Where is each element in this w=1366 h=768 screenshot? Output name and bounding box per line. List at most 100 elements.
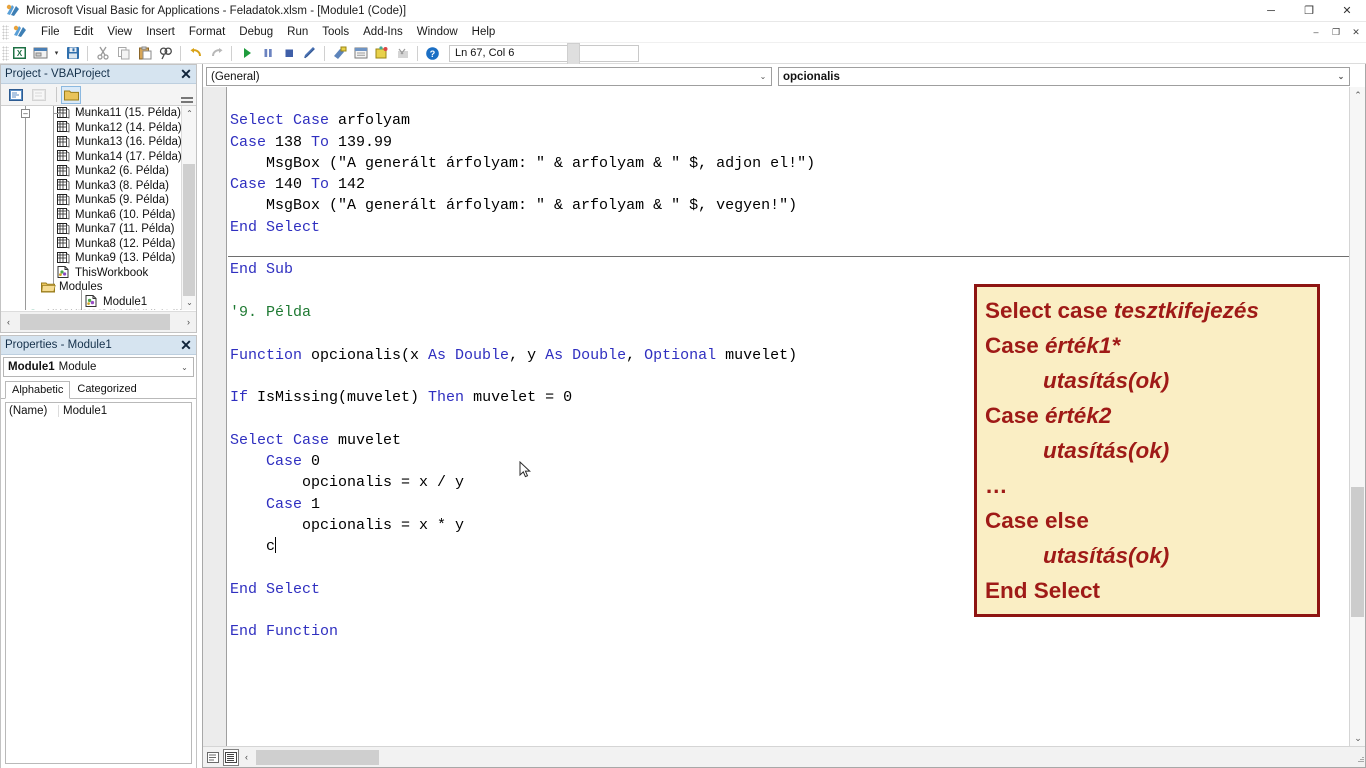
overlay-line-6: … — [985, 468, 1317, 503]
code-scroll-up-icon[interactable]: ⌃ — [1350, 87, 1366, 103]
tree-item-module1[interactable]: Module1 — [1, 295, 196, 310]
code-scroll-left-icon[interactable]: ‹ — [239, 748, 254, 767]
tree-item-munka7[interactable]: Munka7 (11. Példa) — [1, 222, 196, 237]
tree-item-munka8[interactable]: Munka8 (12. Példa) — [1, 237, 196, 252]
properties-close-icon[interactable]: ✕ — [176, 336, 196, 354]
tree-item-munka14[interactable]: Munka14 (17. Példa) — [1, 150, 196, 165]
tree-hscroll-thumb[interactable] — [20, 314, 170, 330]
menu-file[interactable]: File — [34, 24, 67, 40]
tree-item-modules[interactable]: – Modules — [1, 280, 196, 295]
menu-help[interactable]: Help — [465, 24, 503, 40]
tree-item-munka13[interactable]: Munka13 (16. Példa) — [1, 135, 196, 150]
project-tree[interactable]: Munka11 (15. Példa) Munka12 (14. Példa) … — [1, 106, 196, 310]
code-vertical-scrollbar[interactable]: ⌃ ⌄ — [1349, 87, 1365, 746]
properties-object-combo[interactable]: Module1 Module ⌄ — [3, 357, 194, 377]
menu-window[interactable]: Window — [410, 24, 465, 40]
view-object-icon[interactable] — [29, 86, 49, 104]
menu-view[interactable]: View — [100, 24, 139, 40]
properties-grid[interactable]: (Name) Module1 — [5, 402, 192, 764]
toolbar-drag-grip[interactable] — [2, 46, 9, 61]
insert-dropdown-icon[interactable]: ▾ — [51, 44, 62, 63]
design-mode-icon[interactable] — [299, 44, 320, 63]
worksheet-icon — [57, 179, 72, 192]
mdi-restore-button[interactable]: ❐ — [1326, 23, 1346, 42]
run-icon[interactable] — [236, 44, 257, 63]
tree-item-thisworkbook[interactable]: ThisWorkbook — [1, 266, 196, 281]
tree-item-munka9[interactable]: Munka9 (13. Példa) — [1, 251, 196, 266]
chevron-down-icon[interactable]: ⌄ — [176, 358, 193, 376]
tree-item-munka5[interactable]: Munka5 (9. Példa) — [1, 193, 196, 208]
menu-run[interactable]: Run — [280, 24, 315, 40]
project-tree-vertical-scrollbar[interactable]: ⌃ ⌄ — [181, 106, 196, 310]
tab-alphabetic[interactable]: Alphabetic — [5, 381, 70, 399]
tree-item-munka11[interactable]: Munka11 (15. Példa) — [1, 106, 196, 121]
window-controls: ─ ❐ ✕ — [1252, 0, 1366, 22]
restore-button[interactable]: ❐ — [1290, 0, 1328, 22]
project-toolbar-overflow-icon[interactable] — [181, 87, 193, 103]
chevron-down-icon[interactable]: ⌄ — [755, 68, 771, 85]
break-icon[interactable] — [257, 44, 278, 63]
project-explorer-icon[interactable] — [329, 44, 350, 63]
find-icon[interactable] — [155, 44, 176, 63]
project-explorer-close-icon[interactable]: ✕ — [176, 65, 196, 83]
insert-userform-icon[interactable] — [30, 44, 51, 63]
menu-debug[interactable]: Debug — [232, 24, 280, 40]
view-code-icon[interactable] — [6, 86, 26, 104]
menu-edit[interactable]: Edit — [67, 24, 101, 40]
toggle-folders-icon[interactable] — [61, 86, 81, 104]
close-button[interactable]: ✕ — [1328, 0, 1366, 22]
tree-item-munka3[interactable]: Munka3 (8. Példa) — [1, 179, 196, 194]
resize-grip-icon[interactable] — [1350, 748, 1365, 767]
modules-expander-icon[interactable]: – — [21, 109, 30, 118]
code-hscroll-track[interactable] — [254, 748, 1350, 767]
tree-hscroll-track[interactable] — [16, 313, 181, 332]
object-browser-icon[interactable] — [371, 44, 392, 63]
tree-scroll-right-icon[interactable]: › — [181, 313, 196, 332]
menu-format[interactable]: Format — [182, 24, 232, 40]
margin-indicator-bar[interactable] — [203, 87, 227, 746]
project-tree-horizontal-scrollbar[interactable]: ‹ › — [1, 311, 196, 332]
view-excel-icon[interactable]: X — [9, 44, 30, 63]
tree-scroll-left-icon[interactable]: ‹ — [1, 313, 16, 332]
procedure-combo[interactable]: opcionalis ⌄ — [778, 67, 1350, 86]
tree-scroll-up-icon[interactable]: ⌃ — [182, 106, 197, 121]
code-line: Select Case arfolyam — [228, 110, 1349, 131]
undo-icon[interactable] — [185, 44, 206, 63]
toolbox-icon[interactable] — [392, 44, 413, 63]
tree-item-partial[interactable]: VBAProject (FUNCRES.XLAM) — [1, 309, 196, 310]
object-combo[interactable]: (General) ⌄ — [206, 67, 772, 86]
properties-window-icon[interactable] — [350, 44, 371, 63]
tree-item-munka2[interactable]: Munka2 (6. Példa) — [1, 164, 196, 179]
tree-item-munka12[interactable]: Munka12 (14. Példa) — [1, 121, 196, 136]
redo-icon[interactable] — [206, 44, 227, 63]
position-indicator: Ln 67, Col 6 — [449, 45, 639, 62]
save-icon[interactable] — [62, 44, 83, 63]
cut-icon[interactable] — [92, 44, 113, 63]
menu-tools[interactable]: Tools — [315, 24, 356, 40]
paste-icon[interactable] — [134, 44, 155, 63]
reset-icon[interactable] — [278, 44, 299, 63]
property-row[interactable]: (Name) Module1 — [6, 403, 191, 419]
tree-scroll-down-icon[interactable]: ⌄ — [182, 295, 197, 310]
minimize-button[interactable]: ─ — [1252, 0, 1290, 22]
tab-categorized[interactable]: Categorized — [70, 380, 143, 398]
menu-drag-grip[interactable] — [2, 25, 9, 40]
code-scroll-thumb[interactable] — [1351, 487, 1364, 617]
property-value[interactable]: Module1 — [58, 405, 191, 417]
mdi-minimize-button[interactable]: – — [1306, 23, 1326, 42]
copy-icon[interactable] — [113, 44, 134, 63]
code-hscroll-thumb[interactable] — [256, 750, 379, 765]
help-icon[interactable]: ? — [422, 44, 443, 63]
code-scroll-down-icon[interactable]: ⌄ — [1350, 730, 1366, 746]
procedure-combo-value: opcionalis — [783, 71, 840, 83]
tree-item-munka6[interactable]: Munka6 (10. Példa) — [1, 208, 196, 223]
menu-add-ins[interactable]: Add-Ins — [356, 24, 410, 40]
menu-insert[interactable]: Insert — [139, 24, 182, 40]
procedure-view-button[interactable] — [205, 749, 221, 766]
chevron-down-icon[interactable]: ⌄ — [1333, 68, 1349, 85]
tree-scroll-thumb[interactable] — [183, 164, 195, 296]
full-module-view-button[interactable] — [223, 749, 239, 766]
standard-toolbar: X ▾ — [0, 43, 1366, 64]
procedure-separator — [228, 256, 1349, 258]
mdi-close-button[interactable]: ✕ — [1346, 23, 1366, 42]
